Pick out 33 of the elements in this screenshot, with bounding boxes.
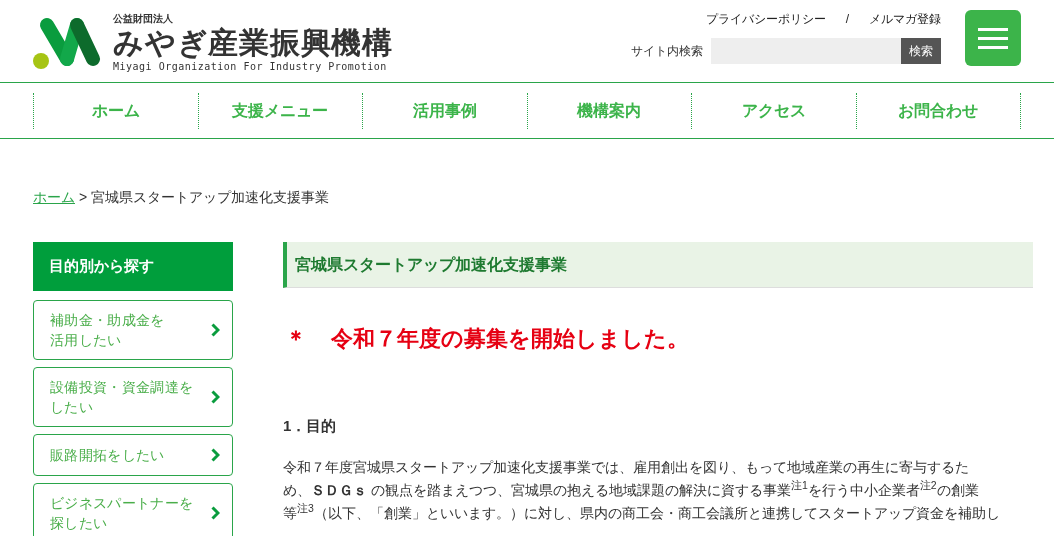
asterisk-icon: ＊: [285, 322, 307, 355]
chevron-right-icon: [211, 506, 220, 520]
sidebar-item[interactable]: 設備投資・資金調達を したい: [33, 367, 233, 427]
page-title: 宮城県スタートアップ加速化支援事業: [283, 242, 1033, 288]
logo-name: みやぎ産業振興機構: [113, 25, 393, 62]
sidebar-item[interactable]: 販路開拓をしたい: [33, 434, 233, 476]
chevron-right-icon: [211, 323, 220, 337]
notice-text: 令和７年度の募集を開始しました。: [331, 325, 689, 353]
logo-tagline: Miyagi Organization For Industry Promotion: [113, 61, 388, 72]
menu-button[interactable]: [965, 10, 1021, 66]
search-button[interactable]: 検索: [901, 38, 941, 64]
chevron-right-icon: [211, 448, 220, 462]
nav-item[interactable]: 活用事例: [362, 92, 527, 129]
chevron-right-icon: [211, 390, 220, 404]
sidebar-heading: 目的別から探す: [33, 242, 233, 291]
nav-item[interactable]: お問合わせ: [855, 92, 1020, 129]
breadcrumb-separator: >: [79, 188, 88, 207]
header-link[interactable]: プライバシーポリシー: [705, 10, 826, 28]
search-field[interactable]: [711, 38, 901, 64]
breadcrumb-current: 宮城県スタートアップ加速化支援事業: [91, 188, 330, 207]
sidebar-item[interactable]: 補助金・助成金を 活用したい: [33, 300, 233, 360]
sidebar-item[interactable]: ビジネスパートナーを 探したい: [33, 483, 233, 536]
logo-caption: 公益財団法人: [113, 14, 174, 25]
nav-item[interactable]: 機構案内: [526, 92, 691, 129]
link-separator: /: [845, 11, 849, 28]
breadcrumb-link[interactable]: ホーム: [33, 187, 75, 208]
header-link[interactable]: メルマガ登録: [869, 10, 941, 28]
nav-item[interactable]: 支援メニュー: [197, 92, 362, 129]
body-paragraph: 令和７年度宮城県スタートアップ加速化支援事業では、雇用創出を図り、もって地域産業の再生に寄与するた め、ＳＤＧｓ の観点を踏まえつつ、宮城県の抱える地域課題の解決に資する事業$^{注1}$を行う中小企業者$^{注2}$の創業 等$^{注3}$（以下、「創業」といいます。）に対し、県内の商工会・商工会議所と連携してスタートアップ資金を補助し: [283, 457, 1001, 523]
nav-item[interactable]: アクセス: [691, 92, 856, 129]
nav-item[interactable]: ホーム: [33, 92, 198, 129]
section-heading: 1．目的: [283, 416, 338, 436]
search-label: サイト内検索: [631, 43, 703, 60]
